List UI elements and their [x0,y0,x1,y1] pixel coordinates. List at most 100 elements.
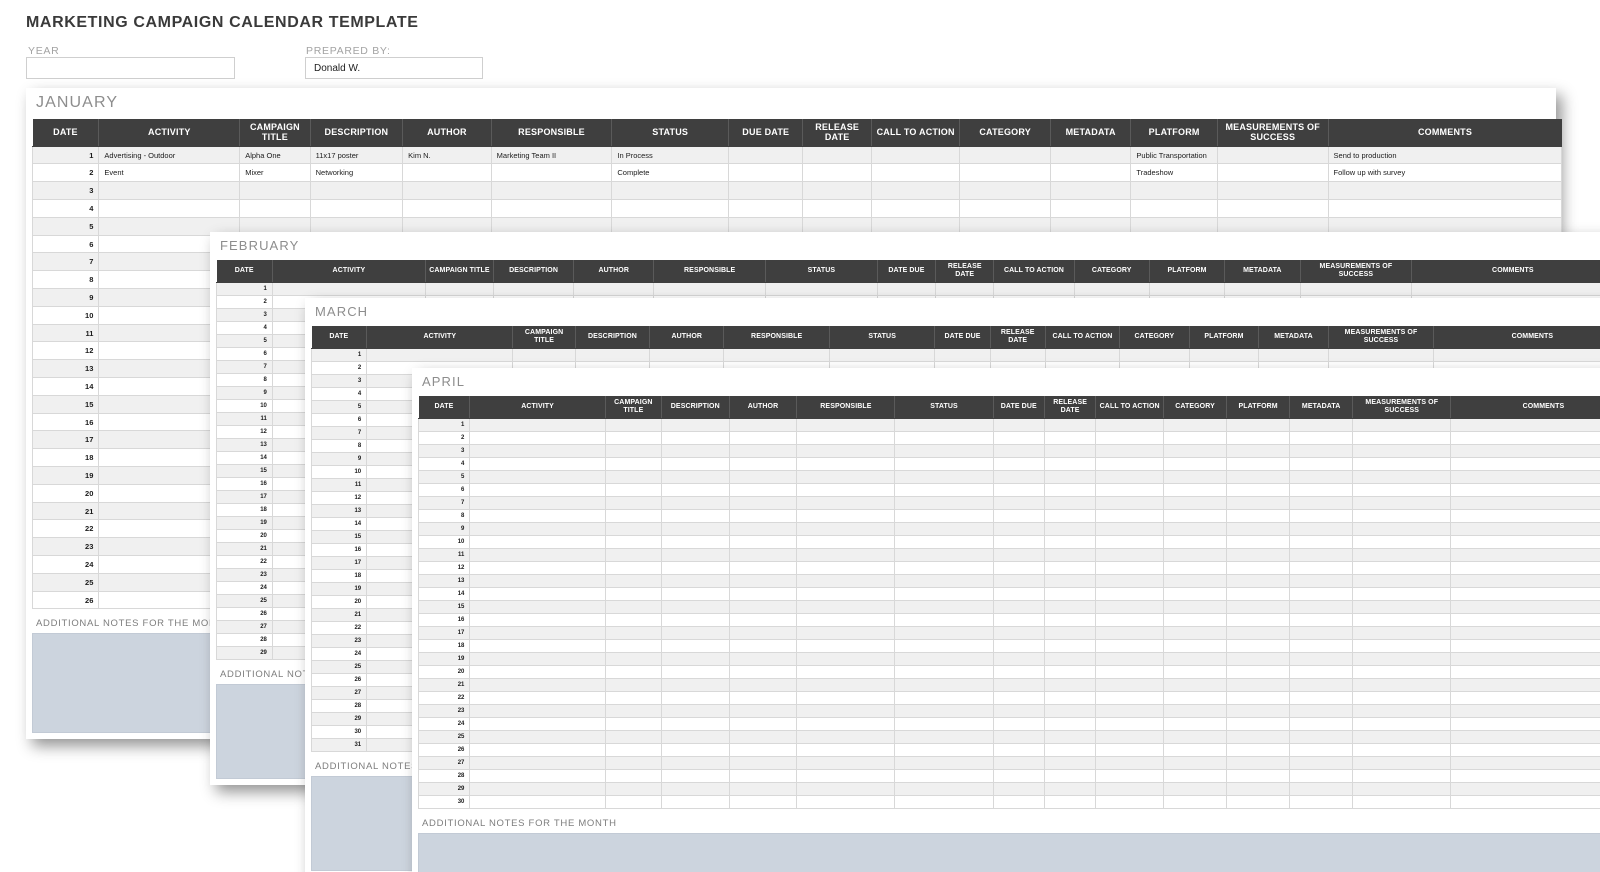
data-cell[interactable] [1226,600,1291,615]
data-cell[interactable] [992,795,1045,810]
data-cell[interactable] [870,163,961,183]
data-cell[interactable] [660,691,730,706]
data-cell[interactable] [469,418,606,433]
data-cell[interactable] [1289,444,1354,459]
data-cell[interactable] [604,704,662,719]
data-cell[interactable] [802,163,872,183]
data-cell[interactable] [604,613,662,628]
data-cell[interactable] [992,548,1045,563]
data-cell[interactable] [1352,652,1452,667]
data-cell[interactable] [1226,795,1291,810]
data-cell[interactable] [1352,587,1452,602]
data-cell[interactable] [728,483,798,498]
data-cell[interactable] [469,626,606,641]
data-cell[interactable] [512,348,576,363]
data-cell[interactable] [604,457,662,472]
data-cell[interactable] [992,509,1045,524]
data-cell[interactable] [1095,418,1165,433]
data-cell[interactable] [1043,548,1097,563]
data-cell[interactable] [1049,181,1132,201]
data-cell[interactable] [1095,509,1165,524]
data-cell[interactable] [366,348,514,363]
data-cell[interactable] [1289,626,1354,641]
data-cell[interactable] [1095,704,1165,719]
data-cell[interactable] [1043,496,1097,511]
data-cell[interactable] [959,145,1051,165]
data-cell[interactable] [660,418,730,433]
table-row[interactable]: 28 [417,769,1600,784]
data-cell[interactable] [469,587,606,602]
data-cell[interactable] [469,509,606,524]
data-cell[interactable] [1352,418,1452,433]
data-cell[interactable] [1043,756,1097,771]
data-cell[interactable] [660,496,730,511]
data-cell[interactable] [992,717,1045,732]
data-cell[interactable] [1043,444,1097,459]
data-cell[interactable]: 11x17 poster [309,145,404,165]
data-cell[interactable] [1095,548,1165,563]
data-cell[interactable] [1216,163,1329,183]
table-row[interactable]: 3 [31,181,1563,201]
data-cell[interactable] [1043,769,1097,784]
data-cell[interactable] [796,743,896,758]
data-cell[interactable] [604,509,662,524]
data-cell[interactable] [894,639,994,654]
data-cell[interactable] [796,782,896,797]
data-cell[interactable] [894,470,994,485]
data-cell[interactable] [660,704,730,719]
data-cell[interactable] [1095,574,1165,589]
data-cell[interactable] [894,444,994,459]
data-cell[interactable] [1163,535,1228,550]
data-cell[interactable] [1289,652,1354,667]
data-cell[interactable] [1226,574,1291,589]
data-cell[interactable] [992,600,1045,615]
data-cell[interactable] [1352,496,1452,511]
data-cell[interactable] [1226,587,1291,602]
data-cell[interactable] [1043,457,1097,472]
data-cell[interactable] [1352,795,1452,810]
data-cell[interactable] [1289,639,1354,654]
data-cell[interactable] [1226,496,1291,511]
data-cell[interactable] [660,743,730,758]
data-cell[interactable] [1043,717,1097,732]
data-cell[interactable] [992,470,1045,485]
data-cell[interactable] [728,181,804,201]
data-cell[interactable] [1226,509,1291,524]
data-cell[interactable] [796,483,896,498]
data-cell[interactable] [660,431,730,446]
data-cell[interactable] [1163,509,1228,524]
data-cell[interactable] [469,717,606,732]
data-cell[interactable] [1216,145,1329,165]
data-cell[interactable] [1226,756,1291,771]
data-cell[interactable] [728,782,798,797]
data-cell[interactable]: Advertising - Outdoor [98,145,241,165]
data-cell[interactable] [1163,470,1228,485]
data-cell[interactable] [1433,348,1600,363]
data-cell[interactable]: Networking [309,163,404,183]
data-cell[interactable] [469,522,606,537]
data-cell[interactable] [1163,639,1228,654]
data-cell[interactable] [796,496,896,511]
data-cell[interactable] [1043,795,1097,810]
data-cell[interactable] [239,181,311,201]
data-cell[interactable] [1289,561,1354,576]
data-cell[interactable] [1450,418,1600,433]
data-cell[interactable] [894,600,994,615]
data-cell[interactable] [1450,535,1600,550]
data-cell[interactable] [894,509,994,524]
data-cell[interactable] [728,730,798,745]
table-row[interactable]: 4 [31,199,1563,218]
data-cell[interactable] [1043,509,1097,524]
data-cell[interactable] [796,470,896,485]
data-cell[interactable] [1450,574,1600,589]
data-cell[interactable] [1049,163,1132,183]
data-cell[interactable] [402,163,492,183]
data-cell[interactable] [490,163,613,183]
data-cell[interactable] [796,626,896,641]
data-cell[interactable] [796,444,896,459]
data-cell[interactable] [1352,457,1452,472]
data-cell[interactable] [1352,470,1452,485]
data-cell[interactable] [894,756,994,771]
table-row[interactable]: 4 [417,457,1600,472]
table-row[interactable]: 22 [417,691,1600,706]
